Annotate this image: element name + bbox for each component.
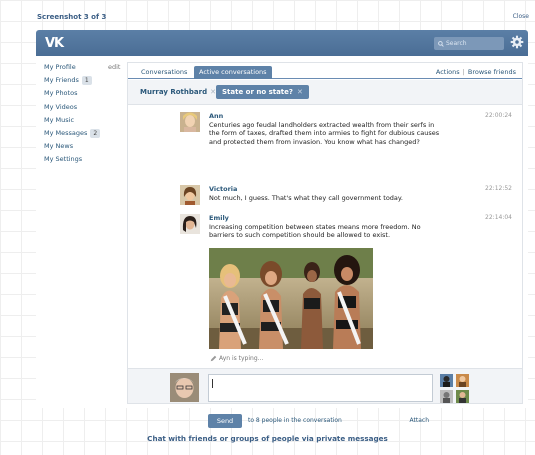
sidebar-item-friends[interactable]: My Friends 1 (44, 74, 124, 87)
conversation-bar: Murray Rothbard ✕ State or no state? ✕ (128, 80, 522, 105)
sidebar-item-label: My Settings (44, 155, 83, 164)
tab-conversations[interactable]: Conversations (136, 66, 192, 79)
sidebar-item-music[interactable]: My Music (44, 114, 124, 127)
link-separator: | (462, 68, 465, 76)
sidebar-item-photos[interactable]: My Photos (44, 87, 124, 100)
text-caret (212, 379, 213, 388)
message-author[interactable]: Emily (209, 214, 229, 222)
actions-link[interactable]: Actions (436, 68, 460, 76)
attach-link[interactable]: Attach (410, 417, 429, 424)
send-button[interactable]: Send (208, 414, 242, 428)
participant-name: Murray Rothbard (140, 88, 208, 96)
top-header: VK Search (36, 30, 528, 56)
message-text: Not much, I guess. That's what they call… (209, 194, 403, 202)
message-time: 22:14:04 (485, 214, 512, 221)
app-window: VK Search My Profile edit My Friends 1 My … (36, 30, 528, 428)
sidebar-item-settings[interactable]: My Settings (44, 153, 124, 166)
avatar[interactable] (170, 373, 199, 402)
tab-bar: Conversations Active conversations Actio… (128, 63, 522, 79)
screenshot-label: Screenshot 3 of 3 (37, 13, 107, 21)
close-link[interactable]: Close (513, 13, 529, 20)
search-input[interactable]: Search (434, 37, 504, 50)
tab-actions-group: Actions | Browse friends (436, 66, 516, 78)
recipients-note: to 8 people in the conversation (248, 417, 342, 424)
participant-chip[interactable]: Murray Rothbard ✕ (140, 88, 216, 96)
sidebar-item-profile[interactable]: My Profile edit (44, 61, 124, 74)
avatar[interactable] (180, 214, 200, 234)
participant-thumbnail[interactable] (440, 390, 453, 403)
topic-chip[interactable]: State or no state? ✕ (216, 85, 309, 99)
sidebar-item-label: My Videos (44, 102, 78, 111)
sidebar-item-label: My Photos (44, 89, 78, 98)
message-time: 22:12:52 (485, 185, 512, 192)
typing-text: Ayn is typing... (219, 355, 264, 362)
attached-photo[interactable] (209, 248, 373, 349)
sidebar-item-videos[interactable]: My Videos (44, 101, 124, 114)
avatar[interactable] (180, 112, 200, 132)
participants-thumbnails (440, 374, 471, 404)
sidebar-item-label: My Music (44, 115, 75, 124)
caption: Chat with friends or groups of people vi… (147, 434, 388, 443)
participant-thumbnail[interactable] (440, 374, 453, 387)
edit-profile-link[interactable]: edit (108, 61, 120, 74)
avatar[interactable] (180, 185, 200, 205)
message-author[interactable]: Ann (209, 112, 223, 120)
sidebar-item-label: My News (44, 142, 74, 151)
vk-logo[interactable]: VK (45, 36, 64, 51)
compose-area (128, 368, 522, 403)
message-input[interactable] (208, 374, 433, 402)
messages-count-badge: 2 (90, 128, 101, 138)
typing-indicator: Ayn is typing... (210, 355, 263, 362)
message-item: Emily 22:14:04 Increasing competition be… (180, 214, 512, 244)
pencil-icon (210, 355, 217, 362)
sidebar-item-label: My Profile (44, 63, 76, 71)
message-time: 22:00:24 (485, 112, 512, 119)
sidebar-item-news[interactable]: My News (44, 140, 124, 153)
search-icon (438, 40, 444, 47)
sidebar-item-messages[interactable]: My Messages 2 (44, 127, 124, 140)
friends-count-badge: 1 (81, 76, 92, 86)
topic-label: State or no state? (222, 88, 293, 96)
sidebar-item-label: My Messages (44, 128, 88, 137)
message-item: Victoria 22:12:52 Not much, I guess. Tha… (180, 185, 512, 209)
participant-thumbnail[interactable] (456, 390, 469, 403)
search-placeholder: Search (446, 40, 467, 47)
message-text: Centuries ago feudal landholders extract… (209, 121, 440, 146)
participant-thumbnail[interactable] (456, 374, 469, 387)
messages-panel: Conversations Active conversations Actio… (127, 62, 523, 428)
tab-active-conversations[interactable]: Active conversations (194, 66, 272, 79)
message-text: Increasing competition between states me… (209, 223, 421, 240)
remove-topic-icon[interactable]: ✕ (297, 88, 303, 96)
browse-friends-link[interactable]: Browse friends (468, 68, 516, 76)
gear-icon[interactable] (510, 35, 524, 49)
send-row: Send to 8 people in the conversation Att… (208, 414, 433, 428)
sidebar-item-label: My Friends (44, 76, 79, 85)
message-item: Ann 22:00:24 Centuries ago feudal landho… (180, 112, 512, 152)
message-author[interactable]: Victoria (209, 185, 237, 193)
sidebar: My Profile edit My Friends 1 My Photos My … (44, 61, 124, 167)
